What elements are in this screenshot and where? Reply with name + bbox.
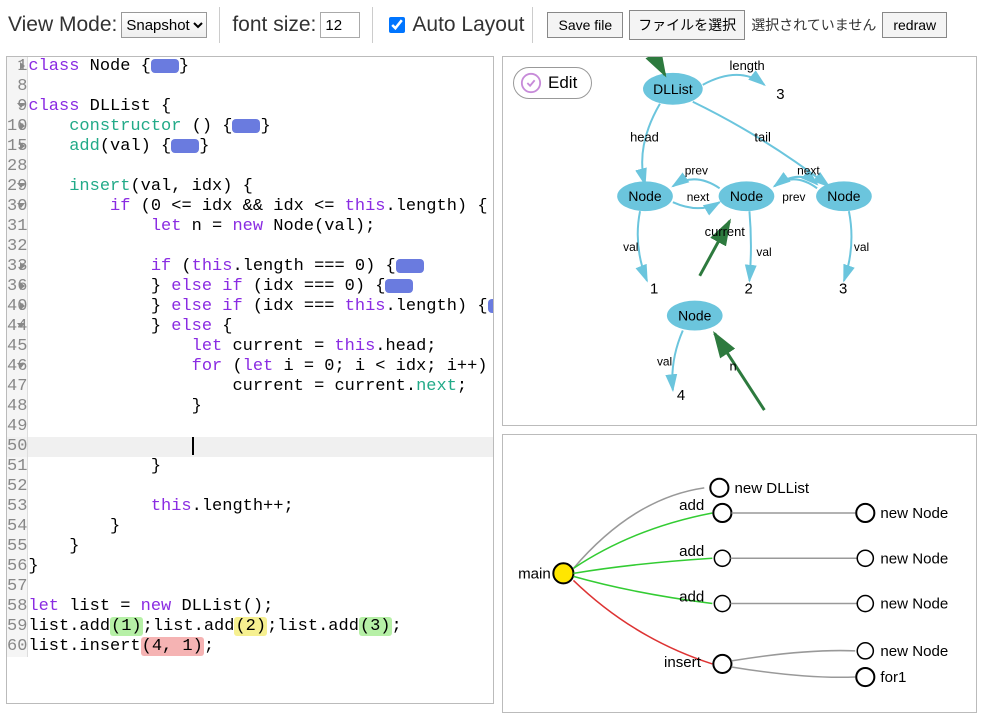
value-label: 3: [776, 87, 784, 103]
call-label: new DLList: [734, 480, 809, 497]
line-number: 48: [7, 397, 27, 416]
edge-label: tail: [754, 130, 771, 145]
edit-button-label: Edit: [548, 73, 577, 93]
call-label: new Node: [880, 505, 948, 522]
code-editor[interactable]: 1class Node {} 8 9class DLList { 10 cons…: [6, 56, 494, 704]
toolbar: View Mode: Snapshot font size: Auto Layo…: [0, 0, 983, 50]
line-number: 55: [7, 537, 27, 556]
value-label: 1: [650, 282, 658, 298]
call-label: new Node: [880, 550, 948, 567]
call-node[interactable]: [856, 504, 874, 522]
edge-label: val: [756, 245, 771, 259]
call-label: main: [518, 565, 551, 582]
call-node[interactable]: [857, 550, 873, 566]
fold-icon[interactable]: [151, 59, 179, 73]
value-label: 2: [744, 282, 752, 298]
visualization-pane[interactable]: Edit DLList length 3 head tail: [502, 56, 977, 426]
view-mode-select[interactable]: Snapshot: [121, 12, 207, 38]
paperclip-icon: [520, 72, 542, 94]
line-number: 28: [7, 157, 27, 176]
line-number: 59: [7, 617, 27, 636]
call-label: for1: [880, 669, 906, 686]
edge-label: next: [797, 163, 820, 177]
call-node[interactable]: [710, 479, 728, 497]
line-number: 57: [7, 577, 27, 596]
font-size-label: font size:: [232, 13, 316, 37]
graph-node-label: Node: [827, 188, 861, 204]
graph-node-label: Node: [730, 188, 764, 204]
edit-button[interactable]: Edit: [513, 67, 592, 99]
call-node[interactable]: [553, 563, 573, 583]
fold-icon[interactable]: [171, 139, 199, 153]
line-number: 51: [7, 457, 27, 476]
fold-icon[interactable]: [396, 259, 424, 273]
line-number: 58: [7, 597, 27, 616]
call-node[interactable]: [714, 550, 730, 566]
fold-icon[interactable]: [488, 299, 494, 313]
line-number: 60: [7, 637, 27, 656]
call-node[interactable]: [857, 643, 873, 659]
line-number: 56: [7, 557, 27, 576]
auto-layout-checkbox[interactable]: [389, 17, 405, 33]
line-number: 53: [7, 497, 27, 516]
line-number: 54: [7, 517, 27, 536]
fold-icon[interactable]: [232, 119, 260, 133]
cursor: [192, 437, 194, 455]
redraw-button[interactable]: redraw: [882, 12, 947, 38]
line-number: 8: [17, 77, 27, 96]
call-label: add: [679, 543, 704, 560]
edge-label: next: [687, 190, 710, 204]
call-node[interactable]: [857, 595, 873, 611]
line-number: 47: [7, 377, 27, 396]
line-number: 32: [7, 237, 27, 256]
graph-node-label: Node: [628, 188, 662, 204]
line-number: 50: [7, 437, 27, 456]
call-node[interactable]: [713, 504, 731, 522]
file-choose-button[interactable]: ファイルを選択: [629, 10, 745, 40]
auto-layout-label: Auto Layout: [412, 13, 524, 37]
value-label: 4: [677, 388, 685, 404]
edge-label: val: [657, 354, 672, 368]
view-mode-label: View Mode:: [8, 13, 117, 37]
value-label: 3: [839, 282, 847, 298]
edge-label: head: [630, 130, 659, 145]
line-number: 49: [7, 417, 27, 436]
edge-label: prev: [782, 190, 805, 204]
edge-label: val: [854, 240, 869, 254]
edge-label: current: [705, 224, 746, 239]
edge-label: prev: [685, 163, 708, 177]
line-number: 52: [7, 477, 27, 496]
graph-node-label: DLList: [653, 81, 693, 97]
save-file-button[interactable]: Save file: [547, 12, 623, 38]
call-label: insert: [664, 654, 702, 671]
no-file-label: 選択されていません: [751, 15, 876, 35]
call-label: new Node: [880, 643, 948, 660]
call-label: add: [679, 497, 704, 514]
call-node[interactable]: [713, 655, 731, 673]
graph-node-label: Node: [678, 308, 712, 324]
fold-icon[interactable]: [385, 279, 413, 293]
call-graph-pane[interactable]: main new DLList add new Node add: [502, 434, 977, 713]
edge-label: n: [730, 358, 737, 373]
edge-label: val: [623, 240, 638, 254]
font-size-input[interactable]: [320, 12, 360, 38]
call-node[interactable]: [856, 668, 874, 686]
line-number: 45: [7, 337, 27, 356]
line-number: 31: [7, 217, 27, 236]
edge-label: length: [730, 58, 765, 73]
call-node[interactable]: [714, 595, 730, 611]
call-label: new Node: [880, 596, 948, 613]
call-label: add: [679, 589, 704, 606]
